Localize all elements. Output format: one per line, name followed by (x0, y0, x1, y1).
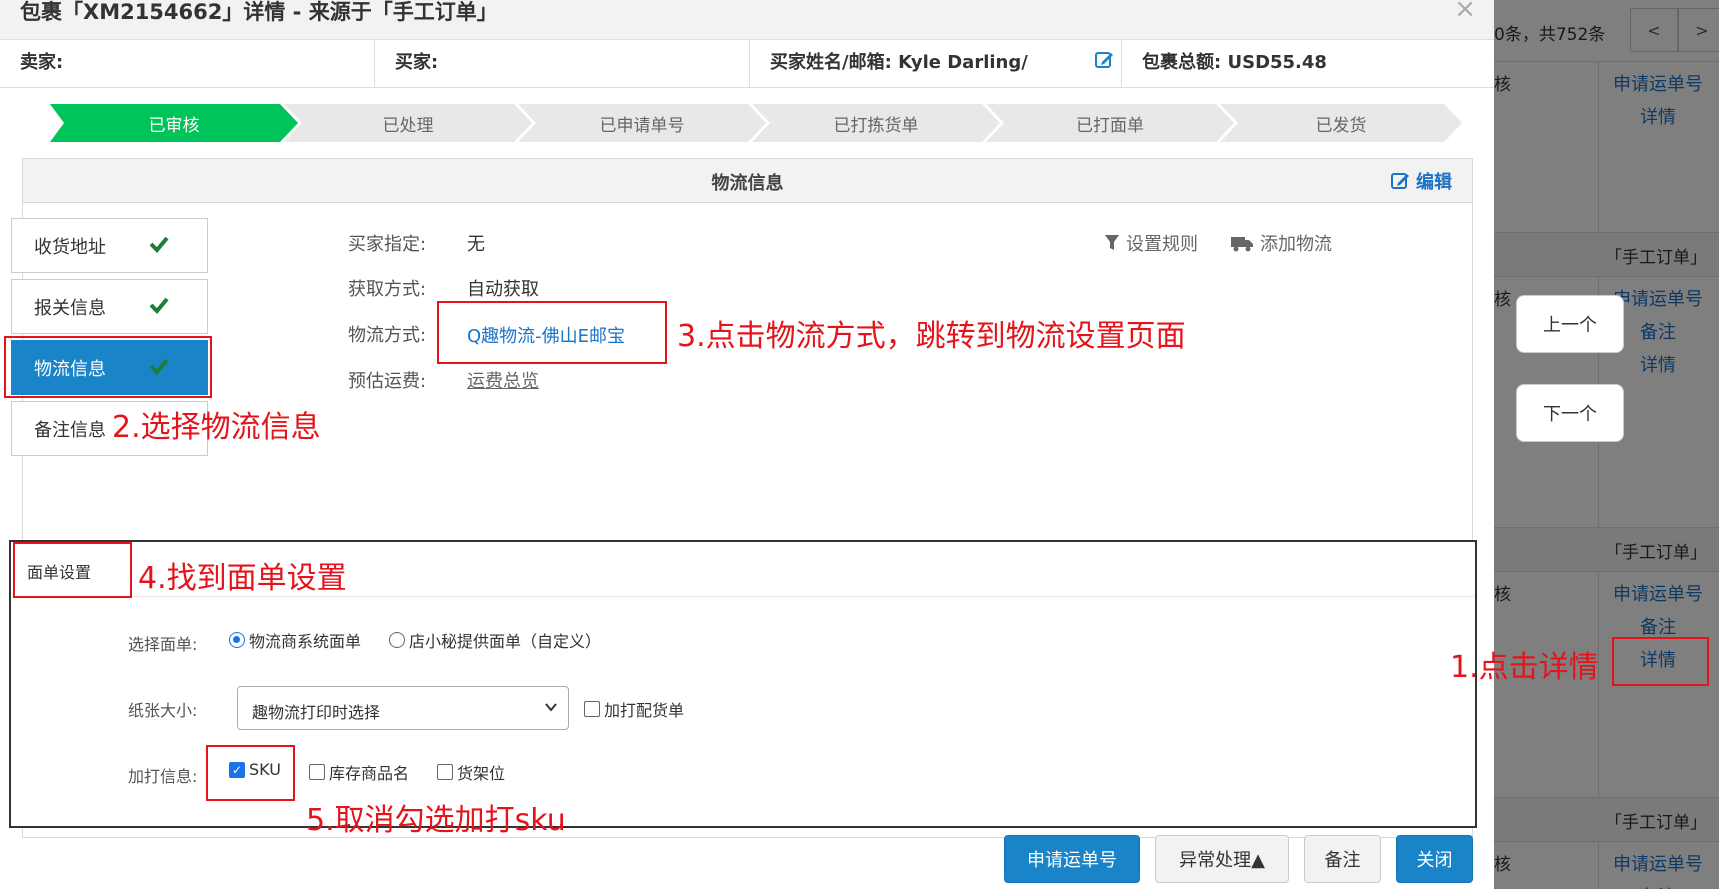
set-rules-button[interactable]: 设置规则 (1104, 230, 1198, 256)
filter-icon (1105, 235, 1119, 250)
apply-waybill-link[interactable]: 申请运单号 (1602, 68, 1714, 101)
total-value: USD55.48 (1227, 52, 1327, 73)
panel-header: 物流信息 编辑 (23, 159, 1472, 203)
tab-shipping-address[interactable]: 收货地址 (11, 218, 208, 273)
detail-link[interactable]: 详情 (1602, 349, 1714, 382)
edit-buyer-icon[interactable] (1094, 50, 1114, 70)
step-pick-list-printed: 已打拣货单 (752, 104, 1000, 142)
annotation-step4: 4.找到面单设置 (138, 561, 347, 596)
close-button[interactable]: 关闭 (1396, 835, 1473, 883)
step-waybill-applied: 已申请单号 (518, 104, 766, 142)
buyer-name-value: Kyle Darling/ (898, 52, 1028, 73)
table-row: 核 申请运单号 备注 (1494, 842, 1719, 889)
pager-prev-button[interactable]: < (1630, 8, 1678, 52)
radio-carrier-label[interactable]: 物流商系统面单 (229, 628, 361, 652)
step-label-printed: 已打面单 (986, 104, 1234, 142)
annotation-box-logistics-method (437, 301, 667, 364)
annotation-step2: 2.选择物流信息 (112, 410, 321, 445)
seller-cell: 卖家: (0, 40, 375, 88)
status-cell: 核 (1494, 585, 1511, 605)
next-order-button[interactable]: 下一个 (1516, 384, 1624, 442)
panel-edit-button[interactable]: 编辑 (1390, 168, 1452, 194)
note-button[interactable]: 备注 (1304, 835, 1381, 883)
acquire-method-label: 获取方式: (348, 279, 427, 300)
table-row: 核 申请运单号 详情 (1494, 62, 1719, 232)
annotation-step3: 3.点击物流方式，跳转到物流设置页面 (677, 319, 1186, 354)
table-group-header: 「手工订单」 (1494, 232, 1719, 277)
step-processed: 已处理 (284, 104, 532, 142)
annotation-box-sku (206, 745, 295, 801)
paper-size-select[interactable]: 趣物流打印时选择 (237, 686, 569, 730)
radio-unchecked[interactable] (389, 632, 405, 648)
prev-order-button[interactable]: 上一个 (1516, 295, 1624, 353)
buyer-specified-label: 买家指定: (348, 234, 427, 255)
order-progress-steps: 已审核 已处理 已申请单号 已打拣货单 已打面单 已发货 (50, 104, 1462, 142)
step-shipped: 已发货 (1220, 104, 1462, 142)
table-group-header: 「手工订单」 (1494, 527, 1719, 572)
stock-name-checkbox[interactable]: 库存商品名 (309, 760, 409, 784)
chevron-down-icon (545, 703, 557, 712)
check-icon (149, 236, 169, 253)
shelf-checkbox[interactable]: 货架位 (437, 760, 505, 784)
select-label-label: 选择面单: (128, 635, 198, 654)
exception-handling-button[interactable]: 异常处理▲ (1155, 835, 1289, 883)
acquire-method-value: 自动获取 (467, 279, 539, 300)
paper-size-label: 纸张大小: (128, 701, 198, 720)
pager-bar: 0条，共752条 < > (1494, 0, 1719, 62)
close-icon[interactable]: × (1454, 0, 1476, 22)
background-order-list: 0条，共752条 < > 核 申请运单号 详情 「手工订单」 核 申请运单号 备… (1494, 0, 1719, 889)
extra-info-label: 加打信息: (128, 767, 198, 786)
edit-icon (1391, 173, 1409, 189)
table-group-header: 「手工订单」 (1494, 797, 1719, 842)
apply-waybill-link[interactable]: 申请运单号 (1602, 848, 1714, 881)
step-reviewed: 已审核 (50, 104, 298, 142)
detail-link[interactable]: 详情 (1602, 101, 1714, 134)
status-cell: 核 (1494, 290, 1511, 310)
status-cell: 核 (1494, 855, 1511, 875)
check-icon (149, 297, 169, 314)
fee-overview-link[interactable]: 运费总览 (467, 367, 539, 393)
modal-title: 包裹「XM2154662」详情 - 来源于「手工订单」 (20, 0, 498, 24)
annotation-step5: 5.取消勾选加打sku (306, 803, 566, 838)
radio-checked[interactable] (229, 632, 245, 648)
add-logistics-button[interactable]: 添加物流 (1230, 230, 1332, 256)
apply-waybill-button[interactable]: 申请运单号 (1004, 835, 1140, 883)
pager-next-button[interactable]: > (1678, 8, 1719, 52)
annotation-box-logistics-tab (4, 336, 212, 398)
modal-header: 包裹「XM2154662」详情 - 来源于「手工订单」 × (0, 0, 1494, 40)
truck-icon (1231, 237, 1253, 252)
estimated-fee-label: 预估运费: (348, 371, 427, 392)
annotation-box-label-settings (13, 542, 132, 598)
order-info-bar: 卖家: 买家: 买家姓名/邮箱: Kyle Darling/ 包裹总额: USD… (0, 40, 1494, 88)
buyer-cell: 买家: (375, 40, 750, 88)
radio-custom-label[interactable]: 店小秘提供面单（自定义） (389, 628, 601, 652)
tab-customs-info[interactable]: 报关信息 (11, 279, 208, 334)
apply-waybill-link[interactable]: 申请运单号 (1602, 578, 1714, 611)
annotation-box-detail (1612, 637, 1709, 686)
logistics-method-label: 物流方式: (348, 325, 427, 346)
note-link[interactable]: 备注 (1602, 881, 1714, 889)
print-pick-list-checkbox[interactable]: 加打配货单 (584, 697, 684, 721)
total-cell: 包裹总额: USD55.48 (1142, 52, 1327, 73)
status-cell: 核 (1494, 75, 1511, 95)
buyer-specified-value: 无 (467, 234, 485, 255)
pager-count: 0条，共752条 (1494, 25, 1606, 45)
annotation-step1: 1.点击详情 (1450, 650, 1599, 685)
panel-title: 物流信息 (711, 173, 784, 194)
buyer-name-cell: 买家姓名/邮箱: Kyle Darling/ (750, 40, 1122, 88)
